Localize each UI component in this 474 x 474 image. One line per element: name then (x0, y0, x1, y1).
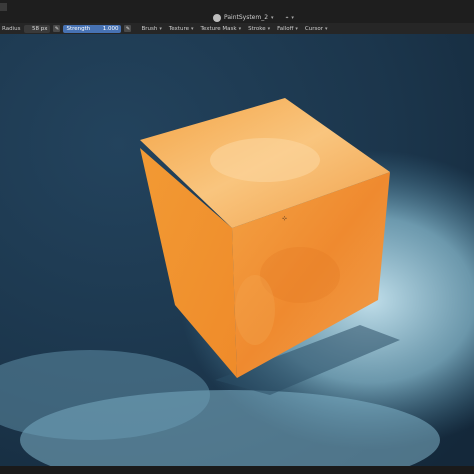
tool-settings-bar: Radius 58 px ✎ Strength 1.000 ✎ Brush ▾ … (0, 23, 474, 34)
bottom-edge-bar (0, 466, 474, 474)
chevron-down-icon: ▾ (159, 25, 162, 32)
menu-falloff-label: Falloff (277, 25, 294, 32)
chevron-down-icon: ▾ (238, 25, 242, 32)
chevron-down-icon: ▾ (324, 25, 328, 32)
chevron-down-icon: ▾ (271, 14, 274, 21)
menu-texture[interactable]: Texture ▾ (169, 26, 194, 32)
chevron-down-icon: ▾ (267, 25, 271, 32)
cube-highlight (210, 138, 320, 182)
radius-value: 58 px (31, 25, 48, 32)
chevron-down-icon: ▾ (190, 25, 194, 32)
scene-selector[interactable]: PaintSystem_2 ▾ ⌖ ▾ (213, 12, 294, 23)
blender-icon (213, 13, 221, 22)
menu-falloff[interactable]: Falloff ▾ (277, 26, 298, 32)
strength-value: 1.000 (102, 25, 119, 32)
cube-stroke-mark-2 (235, 275, 275, 345)
pressure-pen-icon[interactable]: ✎ (124, 25, 132, 32)
chevron-down-icon: ▾ (295, 25, 298, 32)
pin-icon[interactable]: ⌖ (286, 15, 289, 21)
brush-cursor-icon: ⊹ (282, 215, 288, 222)
strength-slider[interactable]: Strength 1.000 (63, 24, 122, 33)
menu-stroke-label: Stroke (248, 25, 266, 32)
top-header-bar: PaintSystem_2 ▾ ⌖ ▾ (0, 0, 474, 23)
menu-cursor[interactable]: Cursor ▾ (305, 26, 328, 32)
menu-texture-mask-label: Texture Mask (200, 25, 237, 32)
scene-name: PaintSystem_2 (224, 14, 269, 21)
menu-texture-label: Texture (168, 25, 189, 32)
menu-stroke[interactable]: Stroke ▾ (248, 26, 270, 32)
radius-label: Radius (2, 25, 21, 32)
menu-cursor-label: Cursor (304, 25, 323, 32)
menu-brush-label: Brush (141, 25, 158, 32)
menu-brush[interactable]: Brush ▾ (141, 26, 161, 32)
radius-field[interactable]: 58 px (24, 24, 51, 33)
editor-type-icon[interactable] (0, 3, 7, 11)
pressure-pen-icon[interactable]: ✎ (53, 25, 61, 32)
chevron-down-icon[interactable]: ▾ (291, 15, 294, 21)
3d-viewport[interactable] (0, 34, 474, 474)
strength-label: Strength (66, 25, 91, 32)
menu-texture-mask[interactable]: Texture Mask ▾ (201, 26, 242, 32)
